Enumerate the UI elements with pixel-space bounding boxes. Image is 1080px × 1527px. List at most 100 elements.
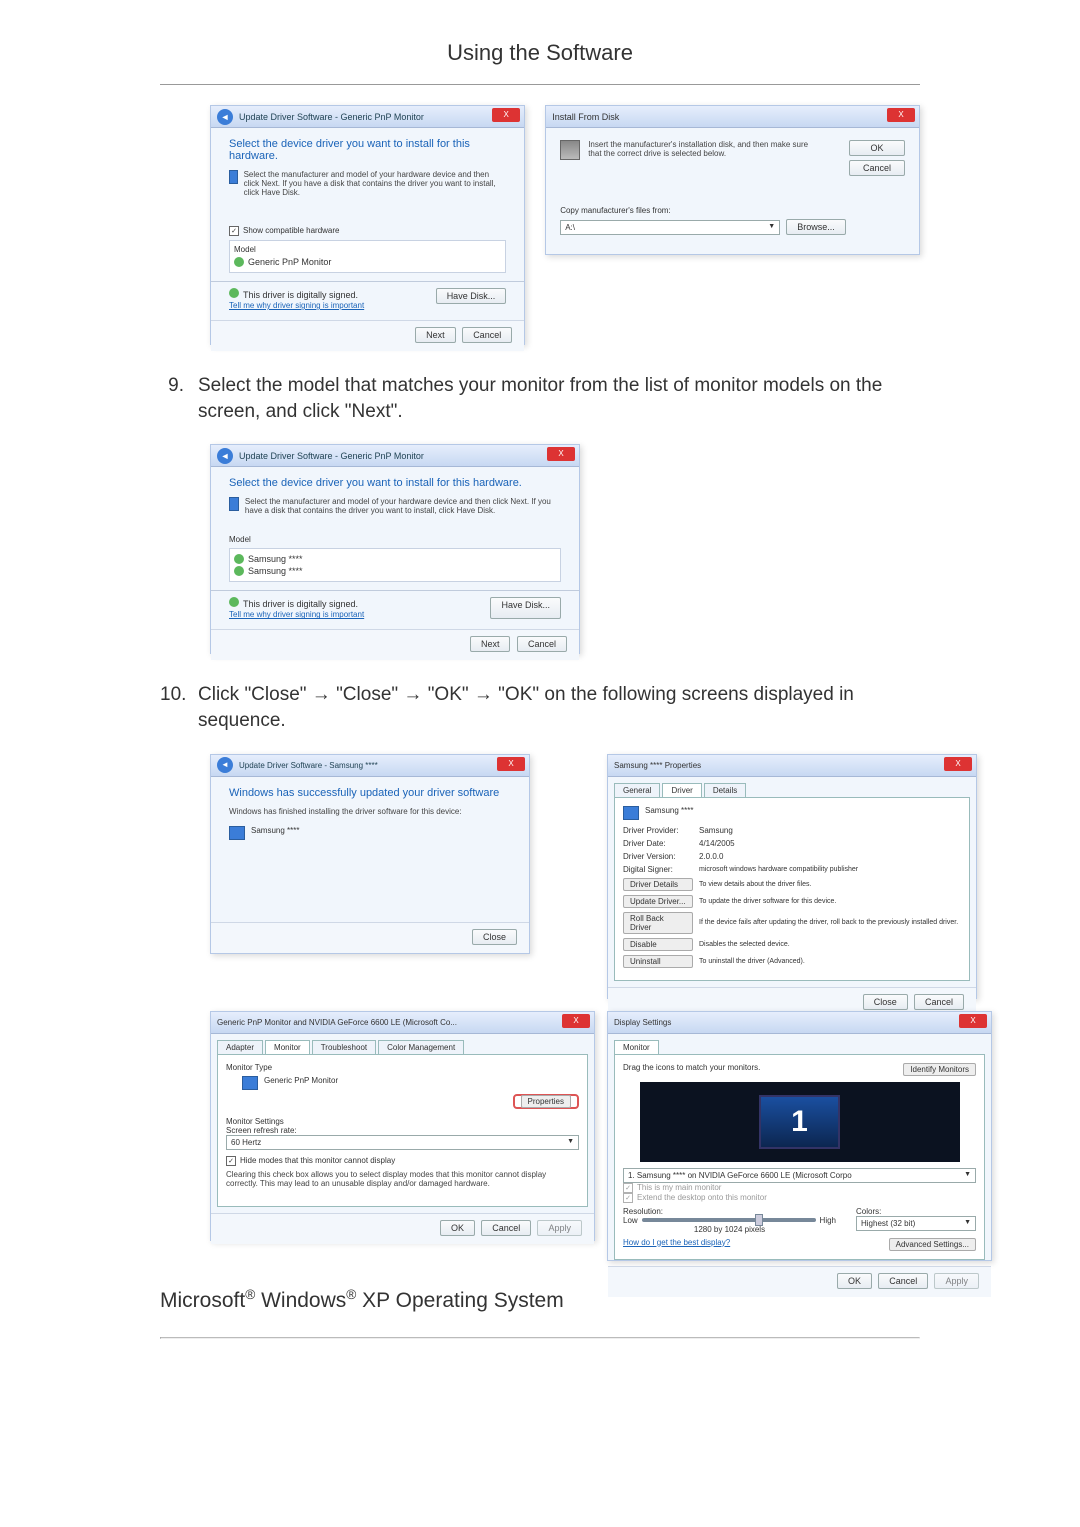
close-icon[interactable]: X — [887, 108, 915, 122]
tab-troubleshoot[interactable]: Troubleshoot — [312, 1040, 376, 1054]
dlg-headline: Select the device driver you want to ins… — [229, 138, 506, 162]
dlg-title: Generic PnP Monitor and NVIDIA GeForce 6… — [217, 1018, 457, 1027]
colors-select[interactable]: Highest (32 bit)▼ — [856, 1216, 976, 1231]
breadcrumb: Update Driver Software - Generic PnP Mon… — [239, 451, 424, 461]
show-compatible-checkbox[interactable]: ✓ — [229, 226, 239, 236]
driver-details-button[interactable]: Driver Details — [623, 878, 693, 891]
monitor-select[interactable]: 1. Samsung **** on NVIDIA GeForce 6600 L… — [623, 1168, 976, 1183]
resolution-slider[interactable] — [642, 1218, 816, 1222]
step-text: Select the model that matches your monit… — [198, 373, 920, 424]
close-icon[interactable]: X — [562, 1014, 590, 1028]
properties-button[interactable]: Properties — [521, 1095, 571, 1108]
next-button[interactable]: Next — [415, 327, 456, 343]
browse-button[interactable]: Browse... — [786, 219, 846, 235]
colors-value: Highest (32 bit) — [861, 1219, 915, 1228]
label: Driver Date: — [623, 839, 693, 848]
ok-button[interactable]: OK — [440, 1220, 475, 1236]
monitor-select-value: 1. Samsung **** on NVIDIA GeForce 6600 L… — [628, 1171, 852, 1180]
apply-button[interactable]: Apply — [537, 1220, 582, 1236]
label: Driver Provider: — [623, 826, 693, 835]
back-icon: ◄ — [217, 109, 233, 125]
identify-button[interactable]: Identify Monitors — [903, 1063, 976, 1076]
rollback-button[interactable]: Roll Back Driver — [623, 912, 693, 934]
page-title: Using the Software — [160, 40, 920, 66]
hide-modes-checkbox[interactable]: ✓ — [226, 1156, 236, 1166]
tab-monitor[interactable]: Monitor — [614, 1040, 659, 1054]
dlg-headline: Select the device driver you want to ins… — [229, 477, 561, 489]
close-icon[interactable]: X — [547, 447, 575, 461]
step-number: 9. — [160, 373, 184, 424]
dlg-monitor-properties: Generic PnP Monitor and NVIDIA GeForce 6… — [210, 1011, 595, 1241]
monitor-number: 1 — [759, 1095, 840, 1149]
cancel-button[interactable]: Cancel — [849, 160, 905, 176]
hint: Disables the selected device. — [699, 941, 790, 948]
main-monitor-checkbox: ✓ — [623, 1183, 633, 1193]
tab-general[interactable]: General — [614, 783, 660, 797]
path-value: A:\ — [565, 223, 575, 232]
high-label: High — [820, 1216, 836, 1225]
model-list[interactable]: Samsung **** Samsung **** — [229, 548, 561, 582]
refresh-label: Screen refresh rate: — [226, 1126, 579, 1135]
model-item[interactable]: Samsung **** — [248, 554, 303, 564]
update-driver-button[interactable]: Update Driver... — [623, 895, 693, 908]
cancel-button[interactable]: Cancel — [481, 1220, 531, 1236]
model-list[interactable]: Model Generic PnP Monitor — [229, 240, 506, 273]
signing-link[interactable]: Tell me why driver signing is important — [229, 610, 364, 619]
cancel-button[interactable]: Cancel — [914, 994, 964, 1010]
resolution-label: Resolution: — [623, 1207, 836, 1216]
signed-text: This driver is digitally signed. — [243, 599, 358, 609]
refresh-select[interactable]: 60 Hertz▼ — [226, 1135, 579, 1150]
ok-button[interactable]: OK — [849, 140, 905, 156]
model-item[interactable]: Samsung **** — [248, 566, 303, 576]
group-label: Monitor Type — [226, 1063, 579, 1072]
model-item[interactable]: Generic PnP Monitor — [248, 257, 331, 267]
tab-details[interactable]: Details — [704, 783, 746, 797]
value: microsoft windows hardware compatibility… — [699, 866, 858, 873]
dlg-headline: Windows has successfully updated your dr… — [229, 787, 511, 799]
close-icon[interactable]: X — [959, 1014, 987, 1028]
close-button[interactable]: Close — [472, 929, 517, 945]
cancel-button[interactable]: Cancel — [462, 327, 512, 343]
close-icon[interactable]: X — [492, 108, 520, 122]
monitor-icon — [229, 170, 238, 184]
ok-button[interactable]: OK — [837, 1273, 872, 1289]
path-combobox[interactable]: A:\▼ — [560, 220, 780, 235]
hint: To view details about the driver files. — [699, 881, 811, 888]
step-text: Click "Close" → "Close" → "OK" → "OK" on… — [198, 682, 920, 733]
hide-modes-label: Hide modes that this monitor cannot disp… — [240, 1156, 395, 1165]
dlg-select-driver-samsung: ◄ Update Driver Software - Generic PnP M… — [210, 444, 580, 654]
breadcrumb: Update Driver Software - Generic PnP Mon… — [239, 112, 424, 122]
monitor-preview[interactable]: 1 — [640, 1082, 960, 1162]
next-button[interactable]: Next — [470, 636, 511, 652]
hint: To uninstall the driver (Advanced). — [699, 958, 805, 965]
back-icon: ◄ — [217, 757, 233, 773]
value: Samsung — [699, 826, 733, 835]
close-icon[interactable]: X — [944, 757, 972, 771]
signed-text: This driver is digitally signed. — [243, 290, 358, 300]
disable-button[interactable]: Disable — [623, 938, 693, 951]
close-icon[interactable]: X — [497, 757, 525, 771]
dlg-select-driver-generic: ◄ Update Driver Software - Generic PnP M… — [210, 105, 525, 345]
apply-button[interactable]: Apply — [934, 1273, 979, 1289]
tab-adapter[interactable]: Adapter — [217, 1040, 263, 1054]
signing-link[interactable]: Tell me why driver signing is important — [229, 301, 364, 310]
have-disk-button[interactable]: Have Disk... — [490, 597, 561, 619]
step-number: 10. — [160, 682, 184, 733]
cancel-button[interactable]: Cancel — [878, 1273, 928, 1289]
hide-modes-warning: Clearing this check box allows you to se… — [226, 1170, 579, 1188]
advanced-button[interactable]: Advanced Settings... — [889, 1238, 976, 1251]
uninstall-button[interactable]: Uninstall — [623, 955, 693, 968]
close-button[interactable]: Close — [863, 994, 908, 1010]
breadcrumb: Update Driver Software - Samsung **** — [239, 761, 378, 770]
have-disk-button[interactable]: Have Disk... — [436, 288, 507, 304]
main-monitor-label: This is my main monitor — [637, 1183, 721, 1192]
divider — [160, 84, 920, 85]
tab-color[interactable]: Color Management — [378, 1040, 464, 1054]
help-link[interactable]: How do I get the best display? — [623, 1238, 730, 1251]
tab-monitor[interactable]: Monitor — [265, 1040, 310, 1054]
cancel-button[interactable]: Cancel — [517, 636, 567, 652]
back-icon: ◄ — [217, 448, 233, 464]
tab-driver[interactable]: Driver — [662, 783, 701, 797]
monitor-type: Generic PnP Monitor — [264, 1076, 338, 1085]
device-name: Samsung **** — [645, 806, 693, 815]
